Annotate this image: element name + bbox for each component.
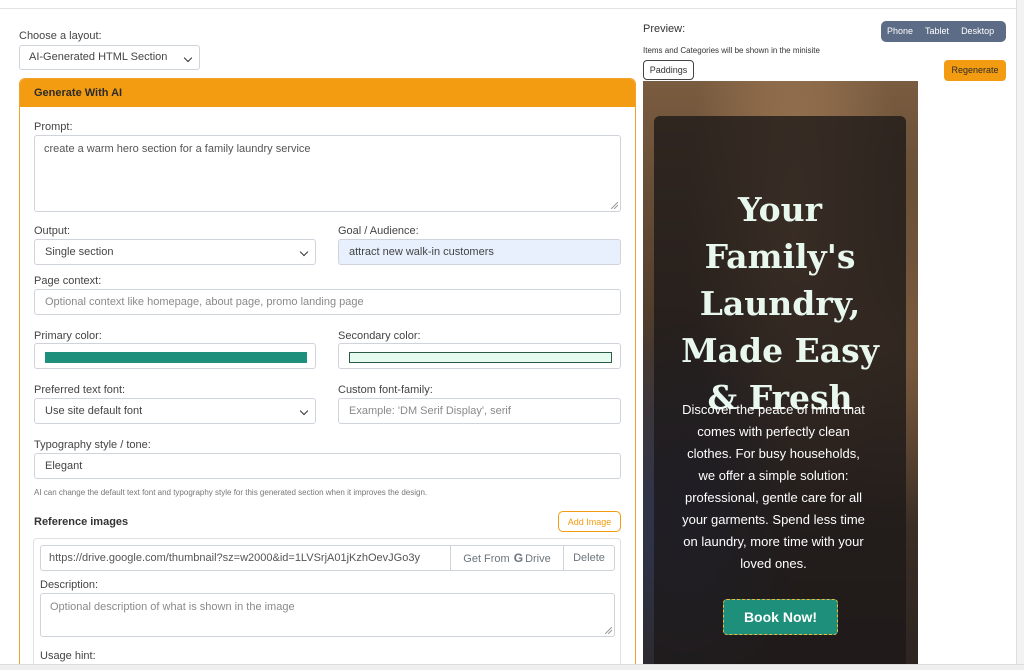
hero-subtitle-line: comes with perfectly clean [697, 424, 850, 439]
typography-label: Typography style / tone: [34, 439, 151, 451]
device-tablet-button[interactable]: Tablet [919, 21, 955, 42]
hero-subtitle: Discover the peace of mind that comes wi… [666, 399, 881, 575]
preview-note: Items and Categories will be shown in th… [643, 46, 820, 55]
resize-grip-icon[interactable] [611, 202, 618, 209]
hero-subtitle-line: clothes. For busy households, [687, 446, 860, 461]
hero-subtitle-line: on laundry, more time with your [683, 534, 864, 549]
typography-input[interactable]: Elegant [34, 453, 621, 479]
drive-prefix: Get From [463, 553, 510, 565]
preview-frame: Your Family's Laundry, Made Easy & Fresh… [643, 81, 918, 666]
prompt-textarea[interactable]: create a warm hero section for a family … [34, 135, 621, 212]
device-desktop-button[interactable]: Desktop [955, 21, 1000, 42]
device-phone-button[interactable]: Phone [881, 21, 919, 42]
hero-title-line: Family's [704, 237, 856, 276]
google-drive-icon: G [513, 551, 524, 565]
reference-url-input[interactable]: https://drive.google.com/thumbnail?sz=w2… [41, 546, 451, 570]
text-font-select[interactable]: Use site default font [34, 398, 316, 424]
preview-label: Preview: [643, 23, 686, 35]
description-textarea[interactable]: Optional description of what is shown in… [40, 593, 615, 637]
page-scrollbar[interactable] [1016, 0, 1024, 670]
primary-color-label: Primary color: [34, 330, 102, 342]
custom-font-input[interactable]: Example: 'DM Serif Display', serif [338, 398, 621, 424]
drive-label: Drive [525, 553, 551, 565]
description-placeholder: Optional description of what is shown in… [50, 601, 295, 613]
hero-subtitle-line: we offer a simple solution: [698, 468, 849, 483]
reference-images-title: Reference images [34, 516, 129, 528]
goal-input[interactable]: attract new walk-in customers [338, 239, 621, 265]
top-divider [0, 8, 1024, 9]
description-label: Description: [40, 579, 99, 591]
primary-color-swatch [45, 352, 307, 363]
bottom-scroll-area [0, 664, 1024, 670]
secondary-color-swatch [349, 352, 612, 363]
paddings-button[interactable]: Paddings [643, 60, 694, 80]
layout-label: Choose a layout: [19, 30, 102, 42]
hero-title: Your Family's Laundry, Made Easy & Fresh [654, 186, 906, 421]
custom-font-label: Custom font-family: [338, 384, 433, 396]
typography-hint: AI can change the default text font and … [34, 488, 428, 497]
secondary-color-input[interactable] [338, 343, 621, 369]
hero-subtitle-line: professional, gentle care for all [684, 490, 863, 505]
page-context-input[interactable]: Optional context like homepage, about pa… [34, 289, 621, 315]
panel-title: Generate With AI [20, 79, 635, 107]
device-switcher: Phone Tablet Desktop [881, 21, 1006, 42]
layout-select[interactable]: AI-Generated HTML Section [19, 45, 200, 70]
delete-image-button[interactable]: Delete [564, 546, 614, 570]
hero-card: Your Family's Laundry, Made Easy & Fresh [654, 116, 906, 666]
reference-url-group: https://drive.google.com/thumbnail?sz=w2… [40, 545, 615, 571]
primary-color-input[interactable] [34, 343, 316, 369]
hero-subtitle-line: your garments. Spend less time [682, 512, 865, 527]
prompt-value: create a warm hero section for a family … [44, 143, 311, 155]
add-image-button[interactable]: Add Image [558, 511, 621, 532]
book-now-button[interactable]: Book Now! [723, 599, 838, 635]
goal-label: Goal / Audience: [338, 225, 419, 237]
text-font-label: Preferred text font: [34, 384, 126, 396]
resize-grip-icon[interactable] [605, 627, 612, 634]
hero-title-line: Made Easy [681, 331, 879, 370]
hero-title-line: Your [737, 190, 823, 229]
output-select[interactable]: Single section [34, 239, 316, 265]
get-from-drive-button[interactable]: Get From G Drive [451, 546, 564, 570]
hero-subtitle-line: Discover the peace of mind that [682, 402, 865, 417]
prompt-label: Prompt: [34, 121, 73, 133]
hero-title-line: Laundry, [699, 284, 861, 323]
output-label: Output: [34, 225, 71, 237]
usage-hint-label: Usage hint: [40, 650, 96, 662]
secondary-color-label: Secondary color: [338, 330, 421, 342]
hero-subtitle-line: loved ones. [740, 556, 807, 571]
page-context-label: Page context: [34, 275, 102, 287]
regenerate-button[interactable]: Regenerate [944, 60, 1006, 81]
